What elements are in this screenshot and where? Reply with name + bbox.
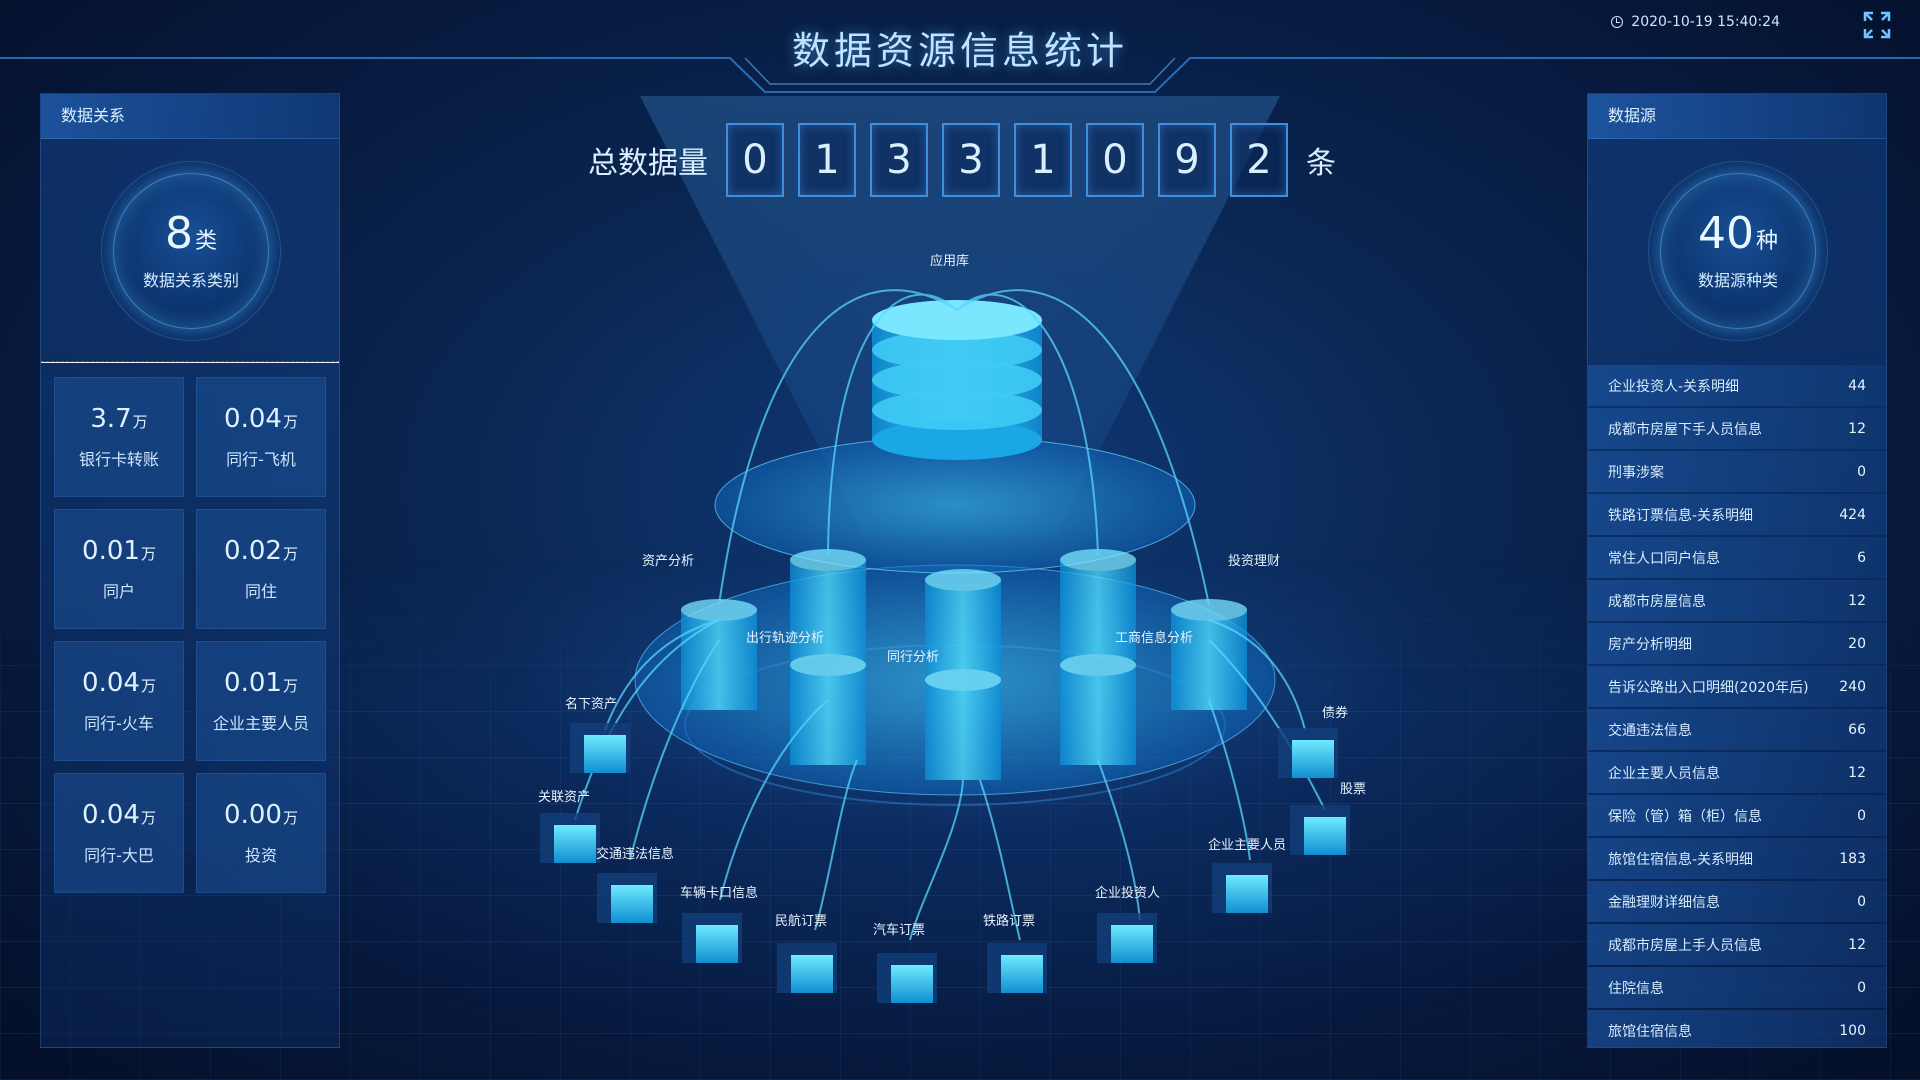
node-label-leaf: 名下资产 (565, 696, 617, 712)
node-label-leaf: 车辆卡口信息 (680, 885, 758, 901)
node-label-business: 工商信息分析 (1115, 630, 1193, 646)
cube-交通违法信息 (597, 873, 657, 923)
node-label-leaf: 交通违法信息 (596, 846, 674, 862)
cube-债券 (1278, 728, 1338, 778)
cube-车辆卡口信息 (682, 913, 742, 963)
node-label-investment: 投资理财 (1228, 553, 1280, 569)
node-label-asset-analysis: 资产分析 (642, 554, 694, 569)
node-label-leaf: 债券 (1322, 705, 1348, 721)
node-label-leaf: 企业投资人 (1095, 885, 1160, 901)
application-db-cylinder (872, 300, 1042, 460)
cube-名下资产 (570, 723, 630, 773)
node-label-companion: 同行分析 (887, 650, 939, 665)
node-label-leaf: 铁路订票 (983, 913, 1035, 929)
data-resource-graph: 应用库 资产分析 投资理财 出行轨迹分析 工商信息分析 同行分析 名下资产 关联… (538, 253, 1366, 1003)
cube-铁路订票 (987, 943, 1047, 993)
node-label-top: 应用库 (930, 253, 969, 269)
cube-民航订票 (777, 943, 837, 993)
node-label-leaf: 民航订票 (775, 913, 827, 929)
node-label-leaf: 股票 (1340, 782, 1366, 797)
node-label-leaf: 关联资产 (538, 790, 590, 805)
node-label-trip: 出行轨迹分析 (746, 631, 824, 646)
node-label-leaf: 企业主要人员 (1208, 837, 1286, 853)
cube-企业投资人 (1097, 913, 1157, 963)
cube-汽车订票 (877, 953, 937, 1003)
cube-关联资产 (540, 813, 600, 863)
cube-企业主要人员 (1212, 863, 1272, 913)
node-label-leaf: 汽车订票 (873, 922, 925, 938)
cube-股票 (1290, 805, 1350, 855)
